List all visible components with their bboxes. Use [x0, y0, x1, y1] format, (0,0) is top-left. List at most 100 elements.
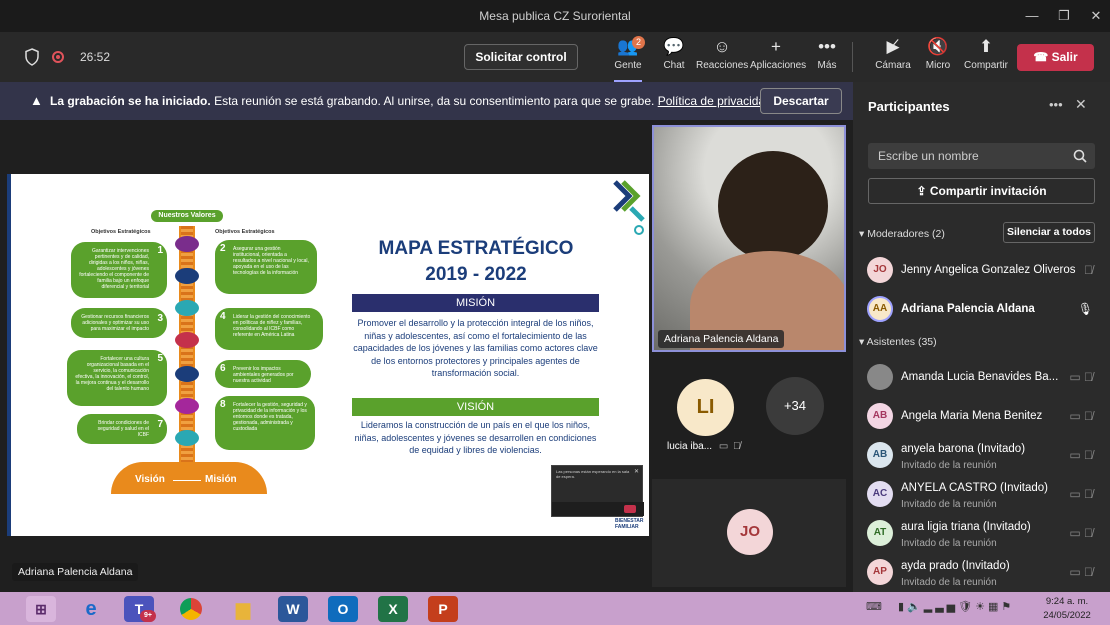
more-options-icon[interactable]: •••	[1049, 97, 1063, 112]
avatar: AA	[867, 296, 893, 322]
recording-icon	[52, 51, 64, 63]
close-window-icon[interactable]: ✕	[1084, 6, 1108, 26]
avatar: AT	[867, 520, 893, 546]
people-button[interactable]: 👥 Gente 2	[602, 36, 654, 82]
objective-text: Garantizar intervenciones pertinentes y …	[79, 248, 149, 290]
overflow-participants[interactable]: +34	[766, 377, 824, 435]
share-mic-icons: ▭ 🎙̸	[1069, 448, 1093, 462]
slide-title-1: MAPA ESTRATÉGICO	[378, 238, 574, 259]
tray-clock[interactable]: 9:24 a. m. 24/05/2022	[1032, 596, 1102, 621]
shield-icon[interactable]	[24, 48, 40, 66]
avatar: AP	[867, 559, 893, 585]
mic-label: Micro	[925, 60, 951, 71]
slide-title-2: 2019 - 2022	[425, 264, 527, 285]
speaker-video[interactable]: Adriana Palencia Aldana	[652, 125, 846, 352]
mic-button[interactable]: 🔇 Micro	[912, 36, 964, 71]
privacy-link[interactable]: Política de privacidad	[658, 94, 772, 108]
chrome-icon[interactable]	[176, 596, 206, 622]
excel-icon[interactable]: X	[378, 596, 408, 622]
tile-jo[interactable]: JO	[652, 479, 846, 587]
objective-number: 5	[157, 353, 163, 364]
values-title: Nuestros Valores	[151, 210, 223, 222]
mic-off-icon: 🔇	[927, 37, 949, 56]
objective-number: 6	[220, 363, 226, 374]
value-icon-5	[175, 366, 199, 382]
value-icon-7	[175, 430, 199, 446]
search-icon	[1073, 149, 1087, 163]
moderators-header-text: Moderadores (2)	[867, 228, 945, 240]
file-explorer-icon[interactable]: ▆	[228, 596, 258, 622]
tile-li-name: lucia iba... ▭ 🎙̸	[667, 441, 741, 452]
participant-row[interactable]: AC ANYELA CASTRO (Invitado) Invitado de …	[867, 479, 1099, 515]
leave-button[interactable]: ☎ Salir	[1017, 44, 1094, 71]
banner-bold: La grabación se ha iniciado.	[50, 94, 211, 108]
participant-row[interactable]: AB anyela barona (Invitado) Invitado de …	[867, 440, 1099, 476]
share-invite-button[interactable]: ⇪ Compartir invitación	[868, 178, 1095, 204]
mission-text: Promover el desarrollo y la protección i…	[353, 318, 598, 378]
participant-row[interactable]: AT aura ligia triana (Invitado) Invitado…	[867, 518, 1099, 554]
participant-status: Invitado de la reunión	[901, 460, 997, 471]
keyboard-icon[interactable]: ⌨	[866, 600, 882, 613]
phone-icon: ☎	[1033, 50, 1052, 64]
participant-search[interactable]: Escribe un nombre	[868, 143, 1095, 169]
value-icon-3	[175, 300, 199, 316]
mission-label: Misión	[205, 474, 237, 485]
panel-title: Participantes	[868, 99, 950, 114]
participant-row[interactable]: AP ayda prado (Invitado) Invitado de la …	[867, 557, 1099, 593]
start-icon[interactable]: ⊞	[26, 596, 56, 622]
recording-banner: ▲ La grabación se ha iniciado. Esta reun…	[0, 82, 853, 120]
restore-icon[interactable]: ❐	[1052, 6, 1076, 26]
participant-name: ANYELA CASTRO (Invitado)	[901, 482, 1048, 494]
word-icon[interactable]: W	[278, 596, 308, 622]
chat-button[interactable]: 💬 Chat	[648, 36, 700, 71]
avatar-li[interactable]: LI	[677, 379, 734, 436]
apps-label: Aplicaciones	[750, 60, 807, 71]
avatar: AC	[867, 481, 893, 507]
objective-4: 4 Liderar la gestión del conocimiento en…	[215, 308, 323, 350]
warning-icon: ▲	[30, 93, 43, 108]
objective-text: Prevenir los impactos ambientales genera…	[233, 366, 294, 384]
more-button[interactable]: ••• Más	[801, 36, 853, 71]
apps-button[interactable]: + Aplicaciones	[750, 36, 807, 71]
objective-number: 4	[220, 311, 226, 322]
share-invite-icon: ⇪	[916, 184, 930, 198]
request-control-button[interactable]: Solicitar control	[464, 44, 578, 70]
objective-text: Gestionar recursos financieros adicional…	[81, 314, 149, 332]
participants-panel: Participantes ••• ✕ Escribe un nombre ⇪ …	[853, 82, 1110, 592]
outlook-icon[interactable]: O	[328, 596, 358, 622]
chat-label: Chat	[663, 60, 685, 71]
toolbar-divider	[852, 42, 853, 72]
title-bar: Mesa publica CZ Suroriental — ❐ ✕	[0, 0, 1110, 32]
avatar	[867, 364, 893, 390]
share-button[interactable]: ⬆ Compartir	[960, 36, 1012, 71]
reactions-icon: ☺	[713, 37, 731, 56]
participant-row[interactable]: AB Angela Maria Mena Benitez ▭ 🎙̸	[867, 401, 1099, 437]
search-placeholder: Escribe un nombre	[878, 149, 979, 163]
participant-status: Invitado de la reunión	[901, 499, 997, 510]
share-label: Compartir	[964, 60, 1008, 71]
objective-number: 2	[220, 243, 226, 254]
meeting-timer: 26:52	[80, 50, 111, 64]
teams-icon[interactable]: T 9+	[124, 596, 156, 622]
internet-explorer-icon[interactable]: e	[76, 596, 106, 622]
collapse-icon: ▾	[859, 336, 867, 348]
attendees-header[interactable]: ▾ Asistentes (35)	[859, 336, 937, 348]
mute-all-button[interactable]: Silenciar a todos	[1003, 222, 1095, 243]
minimize-icon[interactable]: —	[1020, 6, 1044, 26]
dismiss-button[interactable]: Descartar	[760, 88, 842, 114]
participant-row[interactable]: JO Jenny Angelica Gonzalez Oliveros 🎙̸	[867, 255, 1099, 291]
objective-8: 8 Fortalecer la gestión, seguridad y pri…	[215, 396, 315, 450]
participant-row[interactable]: AA Adriana Palencia Aldana 🎙	[867, 294, 1099, 330]
vision-text: Lideramos la construcción de un país en …	[354, 420, 597, 455]
close-panel-icon[interactable]: ✕	[1075, 96, 1087, 113]
system-tray-icons[interactable]: ▮🔈▂▃▅🛡☀▦⚑	[898, 600, 1014, 613]
chat-icon: 💬	[663, 37, 685, 56]
moderators-header[interactable]: ▾ Moderadores (2)	[859, 228, 945, 240]
powerpoint-icon[interactable]: P	[428, 596, 458, 622]
value-icon-4	[175, 332, 199, 348]
share-screen-icon: ▭	[718, 441, 729, 452]
reactions-button[interactable]: ☺ Reacciones	[696, 36, 748, 71]
participant-row[interactable]: Amanda Lucia Benavides Ba... ▭ 🎙̸	[867, 362, 1099, 398]
avatar: JO	[867, 257, 893, 283]
participant-name: anyela barona (Invitado)	[901, 443, 1026, 455]
